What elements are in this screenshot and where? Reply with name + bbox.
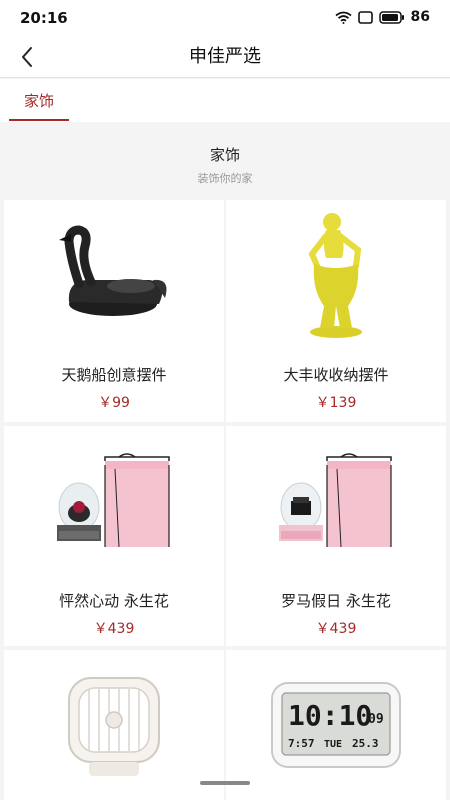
section-title: 家饰 (209, 146, 240, 164)
navigation-bar: 申佳严选 (0, 36, 450, 78)
section-header: 家饰 装饰你的家 (0, 122, 450, 200)
clock-display-subtime: 7:57 (288, 737, 315, 750)
clock-display-seconds: 09 (368, 712, 384, 727)
product-card[interactable]: 大丰收收纳摆件 ￥139 (226, 200, 446, 422)
page-title: 申佳严选 (189, 46, 261, 67)
product-price: ￥99 (98, 395, 130, 411)
product-image (226, 200, 446, 350)
category-tab-bar: 家饰 (0, 79, 450, 122)
tab-active-indicator (9, 119, 69, 121)
product-image (4, 426, 224, 576)
flower-dome-gift-box-icon (279, 453, 392, 548)
product-name: 罗马假日 永生花 (281, 592, 391, 610)
status-time: 20:16 (20, 9, 68, 27)
product-price: ￥439 (315, 621, 357, 637)
product-name: 怦然心动 永生花 (59, 592, 169, 610)
status-icons: 86 (334, 9, 430, 25)
desk-fan-icon (68, 677, 160, 776)
clock-display-day: TUE (324, 739, 342, 750)
digital-clock-icon: 10:10 09 7:57 TUE 25.3 (271, 682, 401, 768)
product-image (4, 200, 224, 350)
product-price: ￥439 (93, 621, 135, 637)
battery-icon (378, 10, 404, 24)
home-indicator[interactable] (200, 781, 250, 785)
flower-dome-gift-box-icon (57, 453, 170, 548)
sim-icon (357, 10, 373, 24)
wifi-icon (334, 11, 352, 24)
product-name: 天鹅船创意摆件 (61, 366, 167, 384)
product-price: ￥139 (315, 395, 357, 411)
battery-level: 86 (410, 9, 430, 25)
tab-home-decor[interactable]: 家饰 (9, 79, 69, 122)
product-image (4, 650, 224, 800)
product-card[interactable] (4, 650, 224, 800)
product-name: 大丰收收纳摆件 (283, 366, 389, 384)
product-image (226, 426, 446, 576)
clock-display-date: 25.3 (352, 737, 379, 750)
section-subtitle: 装饰你的家 (197, 172, 253, 185)
clock-display-time: 10:10 (288, 699, 372, 732)
product-image: 10:10 09 7:57 TUE 25.3 (226, 650, 446, 800)
status-bar: 20:16 86 (0, 0, 450, 36)
product-card[interactable]: 10:10 09 7:57 TUE 25.3 (226, 650, 446, 800)
swan-figurine-icon (59, 225, 167, 316)
yellow-figurine-icon (308, 213, 362, 338)
product-card[interactable]: 怦然心动 永生花 ￥439 (4, 426, 224, 646)
product-card[interactable]: 天鹅船创意摆件 ￥99 (4, 200, 224, 422)
product-card[interactable]: 罗马假日 永生花 ￥439 (226, 426, 446, 646)
